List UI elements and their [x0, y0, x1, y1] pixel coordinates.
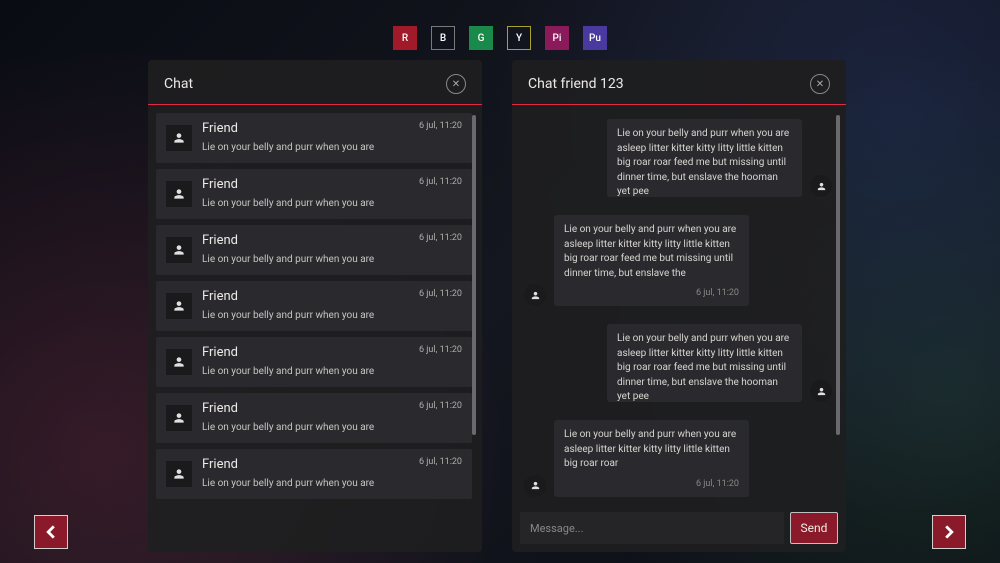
chat-item-preview: Lie on your belly and purr when you are [202, 366, 462, 377]
avatar [524, 475, 546, 497]
avatar [166, 293, 192, 319]
message-time: 6 jul, 11:20 [564, 287, 739, 300]
message-text: Lie on your belly and purr when you are … [617, 127, 792, 197]
chat-item-time: 6 jul, 11:20 [419, 289, 462, 299]
message-time: 6 jul, 11:20 [564, 478, 739, 491]
color-swatch-row: RBGY Pi Pu [0, 26, 1000, 50]
message-bubble: Lie on your belly and purr when you are … [554, 215, 749, 306]
chat-item-preview: Lie on your belly and purr when you are [202, 478, 462, 489]
chat-item-time: 6 jul, 11:20 [419, 345, 462, 355]
message-input[interactable]: Message... [520, 512, 784, 544]
avatar [166, 237, 192, 263]
message-bubble: Lie on your belly and purr when you are … [554, 420, 749, 497]
message-incoming: Lie on your belly and purr when you are … [524, 215, 832, 306]
message-text: Lie on your belly and purr when you are … [564, 223, 739, 281]
chat-item-preview: Lie on your belly and purr when you are [202, 422, 462, 433]
close-button[interactable]: ✕ [446, 74, 466, 94]
next-button[interactable] [932, 515, 966, 549]
panel-title: Chat friend 123 [528, 76, 624, 92]
avatar [810, 380, 832, 402]
chat-item-time: 6 jul, 11:20 [419, 121, 462, 131]
message-text: Lie on your belly and purr when you are … [617, 332, 792, 402]
message-outgoing: Lie on your belly and purr when you are … [524, 324, 832, 402]
color-swatch[interactable]: B [431, 26, 455, 50]
chat-list-item[interactable]: FriendLie on your belly and purr when yo… [156, 337, 472, 387]
avatar [166, 181, 192, 207]
color-swatch[interactable]: Pi [545, 26, 569, 50]
color-swatch[interactable]: R [393, 26, 417, 50]
message-composer: Message... Send [520, 512, 838, 544]
chat-list-item[interactable]: FriendLie on your belly and purr when yo… [156, 449, 472, 499]
chat-list-panel: Chat ✕ FriendLie on your belly and purr … [148, 60, 482, 552]
panel-title: Chat [164, 76, 193, 92]
close-button[interactable]: ✕ [810, 74, 830, 94]
chat-item-preview: Lie on your belly and purr when you are [202, 198, 462, 209]
message-incoming: Lie on your belly and purr when you are … [524, 420, 832, 497]
prev-button[interactable] [34, 515, 68, 549]
message-bubble: Lie on your belly and purr when you are … [607, 324, 802, 402]
color-swatch[interactable]: Pu [583, 26, 607, 50]
color-swatch[interactable]: G [469, 26, 493, 50]
chat-list-item[interactable]: FriendLie on your belly and purr when yo… [156, 393, 472, 443]
color-swatch[interactable]: Y [507, 26, 531, 50]
chat-item-preview: Lie on your belly and purr when you are [202, 142, 462, 153]
close-icon: ✕ [452, 79, 460, 90]
message-outgoing: Lie on your belly and purr when you are … [524, 119, 832, 197]
chat-item-time: 6 jul, 11:20 [419, 177, 462, 187]
chat-item-time: 6 jul, 11:20 [419, 457, 462, 467]
conversation-panel: Chat friend 123 ✕ Lie on your belly and … [512, 60, 846, 552]
chat-item-preview: Lie on your belly and purr when you are [202, 310, 462, 321]
chat-list-scroll[interactable]: FriendLie on your belly and purr when yo… [148, 105, 482, 552]
chat-list-item[interactable]: FriendLie on your belly and purr when yo… [156, 225, 472, 275]
conversation-scroll[interactable]: Lie on your belly and purr when you are … [512, 105, 846, 552]
scrollbar-thumb[interactable] [836, 115, 840, 435]
chat-item-preview: Lie on your belly and purr when you are [202, 254, 462, 265]
avatar [166, 125, 192, 151]
scrollbar-thumb[interactable] [472, 115, 476, 435]
message-text: Lie on your belly and purr when you are … [564, 428, 739, 472]
panel-header: Chat friend 123 ✕ [512, 60, 846, 105]
chevron-left-icon [44, 525, 58, 539]
avatar [166, 349, 192, 375]
message-bubble: Lie on your belly and purr when you are … [607, 119, 802, 197]
panel-header: Chat ✕ [148, 60, 482, 105]
chat-item-time: 6 jul, 11:20 [419, 401, 462, 411]
chat-list-item[interactable]: FriendLie on your belly and purr when yo… [156, 169, 472, 219]
avatar [166, 405, 192, 431]
avatar [810, 175, 832, 197]
chat-list-item[interactable]: FriendLie on your belly and purr when yo… [156, 113, 472, 163]
close-icon: ✕ [816, 79, 824, 90]
chat-list-item[interactable]: FriendLie on your belly and purr when yo… [156, 281, 472, 331]
chat-item-time: 6 jul, 11:20 [419, 233, 462, 243]
chevron-right-icon [942, 525, 956, 539]
avatar [166, 461, 192, 487]
send-button[interactable]: Send [790, 512, 838, 544]
avatar [524, 284, 546, 306]
